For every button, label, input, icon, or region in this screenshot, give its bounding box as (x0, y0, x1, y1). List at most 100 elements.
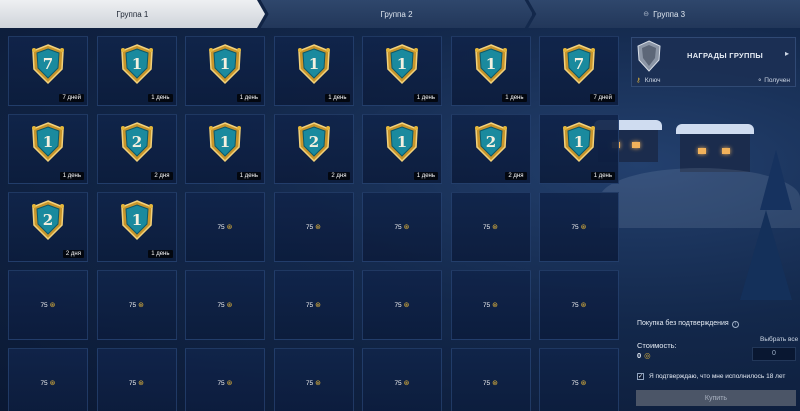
premium-reward-cell[interactable]: 1 1 день (8, 114, 88, 184)
lock-icon: ⊖ (643, 11, 650, 18)
premium-reward-cell[interactable]: 1 1 день (273, 36, 354, 106)
gold-reward-cell[interactable]: 75 ⊛ (273, 192, 354, 262)
duration-label: 1 день (148, 250, 173, 258)
reward-grid: 7 7 дней 1 1 день 1 1 день 1 1 день 1 1 день 1 1 де… (8, 36, 619, 411)
duration-label: 2 дня (505, 172, 527, 180)
tab-group-3[interactable]: ⊖ Группа 3 (528, 0, 800, 28)
gold-reward-cell[interactable]: 75 ⊛ (450, 348, 531, 411)
tab-group-2[interactable]: Группа 2 (260, 0, 533, 28)
badge-number: 7 (43, 55, 53, 73)
cost-value: 0 ◎ (637, 351, 651, 360)
purchase-note-label: Покупка без подтверждения (637, 320, 729, 327)
gold-amount: 75 ⊛ (186, 223, 264, 231)
duration-label: 1 день (236, 94, 261, 102)
gold-amount-value: 75 (571, 380, 579, 387)
age-confirm-checkbox[interactable]: ✓ Я подтверждаю, что мне исполнилось 18 … (637, 373, 785, 380)
gold-amount-value: 75 (305, 380, 314, 387)
premium-reward-cell[interactable]: 1 1 день (362, 36, 442, 106)
chevron-right-icon: ▸ (784, 49, 789, 58)
gold-reward-cell[interactable]: 75 ⊛ (8, 270, 88, 340)
gold-amount-value: 75 (571, 302, 579, 309)
premium-badge-icon: 2 (297, 122, 330, 163)
gold-reward-cell[interactable]: 75 ⊛ (450, 270, 531, 340)
gold-coin-icon: ⊛ (403, 380, 410, 387)
group-rewards-panel[interactable]: НАГРАДЫ ГРУППЫ ▸ ⚷ Ключ ⚬ Получен (631, 37, 796, 87)
gold-amount-value: 75 (482, 224, 491, 231)
premium-badge-icon: 1 (120, 44, 153, 85)
cost-label: Стоимость: (637, 341, 677, 350)
badge-number: 1 (220, 55, 230, 73)
duration-label: 2 дня (62, 250, 84, 258)
premium-reward-cell[interactable]: 2 2 дня (8, 192, 88, 262)
gold-reward-cell[interactable]: 75 ⊛ (362, 270, 442, 340)
gold-reward-cell[interactable]: 75 ⊛ (8, 348, 88, 411)
premium-reward-cell[interactable]: 7 7 дней (8, 36, 88, 106)
badge-number: 7 (574, 55, 584, 73)
gold-coin-icon: ⊛ (49, 380, 56, 387)
gold-reward-cell[interactable]: 75 ⊛ (273, 348, 354, 411)
gold-reward-cell[interactable]: 75 ⊛ (185, 348, 265, 411)
duration-label: 1 день (236, 172, 261, 180)
badge-number: 1 (43, 133, 53, 151)
gold-amount: 75 ⊛ (363, 301, 441, 309)
premium-reward-cell[interactable]: 1 1 день (362, 114, 442, 184)
premium-reward-cell[interactable]: 1 1 день (96, 36, 177, 106)
gold-coin-icon: ⊛ (580, 380, 587, 387)
duration-label: 2 дня (151, 172, 173, 180)
premium-reward-cell[interactable]: 2 2 дня (96, 114, 177, 184)
quantity-field[interactable]: 0 (752, 347, 796, 361)
gold-amount-value: 75 (394, 380, 402, 387)
tab-label: Группа 2 (380, 9, 413, 19)
gold-reward-cell[interactable]: 75 ⊛ (362, 348, 442, 411)
gold-reward-cell[interactable]: 75 ⊛ (539, 192, 619, 262)
gold-reward-cell[interactable]: 75 ⊛ (185, 270, 265, 340)
premium-reward-cell[interactable]: 1 1 день (185, 36, 265, 106)
gold-coin-icon: ⊛ (403, 302, 410, 309)
gold-reward-cell[interactable]: 75 ⊛ (96, 348, 177, 411)
gold-reward-cell[interactable]: 75 ⊛ (539, 348, 619, 411)
gold-reward-cell[interactable]: 75 ⊛ (273, 270, 354, 340)
premium-reward-cell[interactable]: 2 2 дня (273, 114, 354, 184)
gold-amount: 75 ⊛ (275, 379, 353, 387)
tab-group-1[interactable]: Группа 1 (0, 0, 265, 28)
gold-coin-icon: ⊛ (315, 224, 322, 231)
age-confirm-label: Я подтверждаю, что мне исполнилось 18 ле… (649, 373, 786, 380)
badge-number: 1 (397, 55, 407, 73)
premium-badge-icon: 1 (386, 122, 418, 163)
gold-reward-cell[interactable]: 75 ⊛ (450, 192, 531, 262)
duration-label: 1 день (148, 94, 173, 102)
premium-reward-cell[interactable]: 1 1 день (450, 36, 531, 106)
gold-amount: 75 ⊛ (275, 301, 353, 309)
info-icon[interactable]: i (731, 321, 739, 328)
premium-badge-icon: 1 (563, 122, 595, 163)
premium-reward-cell[interactable]: 1 1 день (96, 192, 177, 262)
duration-label: 1 день (325, 94, 350, 102)
gold-coin-icon: ⊛ (49, 302, 56, 309)
gold-amount-value: 75 (40, 302, 48, 309)
gold-coin-icon: ⊛ (226, 302, 233, 309)
badge-number: 2 (43, 211, 53, 229)
gold-amount-value: 75 (394, 302, 402, 309)
buy-button[interactable]: Купить (636, 390, 796, 406)
gold-reward-cell[interactable]: 75 ⊛ (362, 192, 442, 262)
gold-coin-icon: ⊛ (226, 224, 233, 231)
gold-amount-value: 75 (217, 380, 225, 387)
premium-reward-cell[interactable]: 2 2 дня (450, 114, 531, 184)
gold-reward-cell[interactable]: 75 ⊛ (96, 270, 177, 340)
duration-label: 1 день (59, 172, 84, 180)
window-light-decoration (722, 148, 730, 154)
premium-reward-cell[interactable]: 1 1 день (185, 114, 265, 184)
tab-label: Группа 1 (116, 9, 149, 19)
gold-reward-cell[interactable]: 75 ⊛ (185, 192, 265, 262)
window-light-decoration (632, 142, 640, 148)
gold-coin-icon: ⊛ (315, 380, 322, 387)
gold-amount-value: 75 (305, 302, 314, 309)
gold-coin-icon: ⊛ (492, 302, 499, 309)
check-icon: ✓ (637, 373, 644, 380)
group-emblem-icon (637, 40, 661, 72)
gold-reward-cell[interactable]: 75 ⊛ (539, 270, 619, 340)
select-all-link[interactable]: Выбрать все (760, 336, 798, 343)
premium-reward-cell[interactable]: 7 7 дней (539, 36, 619, 106)
roof-snow-decoration (676, 124, 754, 134)
premium-reward-cell[interactable]: 1 1 день (539, 114, 619, 184)
